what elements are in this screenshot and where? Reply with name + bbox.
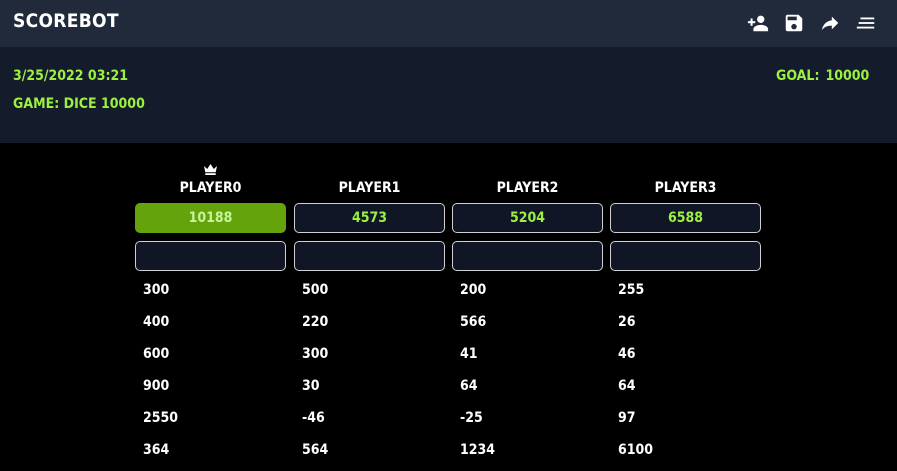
add-player-button[interactable] xyxy=(747,12,769,34)
score-entry: 300 xyxy=(302,346,329,362)
share-icon xyxy=(821,16,839,31)
score-entry: -25 xyxy=(460,410,483,426)
score-input[interactable] xyxy=(610,241,761,271)
score-entry: 46 xyxy=(618,346,636,362)
crown-icon xyxy=(204,160,217,175)
score-entry: -46 xyxy=(302,410,325,426)
goal-value: 10000 xyxy=(825,68,870,84)
player-name[interactable]: PLAYER1 xyxy=(294,180,445,196)
score-entry: 500 xyxy=(302,282,329,298)
score-entry: 97 xyxy=(618,410,636,426)
player-total: 10188 xyxy=(135,203,286,233)
score-entry: 6100 xyxy=(618,442,654,458)
goal-label: GOAL: xyxy=(776,68,820,84)
score-entry: 200 xyxy=(460,282,487,298)
score-entry: 400 xyxy=(143,314,170,330)
score-entry: 364 xyxy=(143,442,170,458)
toolbar xyxy=(747,12,877,34)
score-entry: 64 xyxy=(618,378,636,394)
score-entry: 64 xyxy=(460,378,478,394)
save-icon xyxy=(785,14,803,32)
score-input[interactable] xyxy=(452,241,603,271)
score-entry: 566 xyxy=(460,314,487,330)
game-info-panel: 3/25/2022 03:21 GAME: DICE 10000 GOAL: 10… xyxy=(0,47,897,143)
score-entry: 41 xyxy=(460,346,478,362)
player-total: 6588 xyxy=(610,203,761,233)
menu-icon xyxy=(856,17,875,29)
score-entry: 564 xyxy=(302,442,329,458)
game-name: GAME: DICE 10000 xyxy=(13,96,145,112)
player-name[interactable]: PLAYER0 xyxy=(135,180,286,196)
top-bar: SCOREBOT xyxy=(0,0,897,47)
player-total: 4573 xyxy=(294,203,445,233)
score-entry: 255 xyxy=(618,282,645,298)
add-player-icon xyxy=(747,15,769,32)
game-datetime: 3/25/2022 03:21 xyxy=(13,68,129,84)
share-button[interactable] xyxy=(819,12,841,34)
score-input[interactable] xyxy=(135,241,286,271)
app-title: SCOREBOT xyxy=(13,10,119,32)
score-entry: 300 xyxy=(143,282,170,298)
player-name[interactable]: PLAYER2 xyxy=(452,180,603,196)
score-entry: 220 xyxy=(302,314,329,330)
goal: GOAL: 10000 xyxy=(776,68,869,84)
score-input[interactable] xyxy=(294,241,445,271)
player-total: 5204 xyxy=(452,203,603,233)
score-entry: 2550 xyxy=(143,410,179,426)
score-entry: 26 xyxy=(618,314,636,330)
score-entry: 900 xyxy=(143,378,170,394)
player-name[interactable]: PLAYER3 xyxy=(610,180,761,196)
score-entry: 600 xyxy=(143,346,170,362)
score-entry: 1234 xyxy=(460,442,496,458)
save-button[interactable] xyxy=(783,12,805,34)
score-entry: 30 xyxy=(302,378,320,394)
menu-button[interactable] xyxy=(855,12,877,34)
